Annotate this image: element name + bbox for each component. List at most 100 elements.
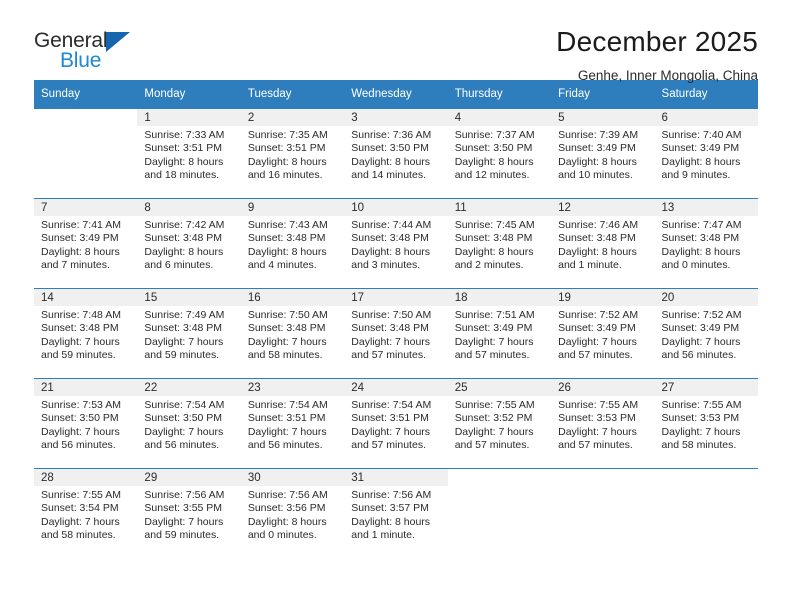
day-cell[interactable]: 2 Sunrise: 7:35 AM Sunset: 3:51 PM Daylight… — [240, 109, 345, 198]
daylight-text-line2: and 1 minute. — [558, 259, 622, 272]
calendar-cell: 8 Sunrise: 7:42 AM Sunset: 3:48 PM Daylight… — [137, 198, 241, 289]
daylight-text-line1: Daylight: 8 hours — [454, 245, 534, 258]
day-cell[interactable]: 3 Sunrise: 7:36 AM Sunset: 3:50 PM Daylight… — [344, 109, 448, 198]
calendar-cell: 11 Sunrise: 7:45 AM Sunset: 3:48 PM Dayligh… — [447, 198, 552, 289]
day-cell[interactable]: 29 Sunrise: 7:56 AM Sunset: 3:55 PM Dayligh… — [137, 469, 241, 558]
sunrise-text: Sunrise: 7:47 AM — [661, 219, 742, 231]
day-number: 5 — [551, 109, 655, 126]
day-cell[interactable]: 25 Sunrise: 7:55 AM Sunset: 3:52 PM Dayligh… — [447, 379, 552, 468]
day-details — [655, 486, 758, 489]
daylight-text-line2: and 58 minutes. — [41, 529, 116, 542]
brand-general-text: General — [34, 29, 108, 52]
sunset-text: Sunset: 3:52 PM — [454, 412, 533, 425]
day-cell[interactable]: 1 Sunrise: 7:33 AM Sunset: 3:51 PM Daylight… — [137, 109, 241, 198]
day-details: Sunrise: 7:50 AM Sunset: 3:48 PM Daylight:… — [344, 306, 447, 363]
day-cell[interactable]: 20 Sunrise: 7:52 AM Sunset: 3:49 PM Dayligh… — [654, 289, 758, 378]
day-details: Sunrise: 7:41 AM Sunset: 3:49 PM Daylight:… — [34, 216, 137, 273]
day-details: Sunrise: 7:55 AM Sunset: 3:53 PM Daylight:… — [551, 396, 654, 453]
daylight-text-line1: Daylight: 7 hours — [351, 335, 431, 348]
day-cell[interactable]: 21 Sunrise: 7:53 AM Sunset: 3:50 PM Dayligh… — [34, 379, 138, 468]
day-cell[interactable]: 30 Sunrise: 7:56 AM Sunset: 3:56 PM Dayligh… — [240, 469, 345, 558]
day-details: Sunrise: 7:54 AM Sunset: 3:50 PM Daylight:… — [137, 396, 240, 453]
day-cell[interactable]: 12 Sunrise: 7:46 AM Sunset: 3:48 PM Dayligh… — [551, 199, 655, 288]
daylight-text-line1: Daylight: 7 hours — [454, 335, 534, 348]
day-number — [551, 469, 655, 486]
day-cell[interactable]: 27 Sunrise: 7:55 AM Sunset: 3:53 PM Dayligh… — [654, 379, 758, 468]
sunrise-text: Sunrise: 7:52 AM — [558, 309, 639, 321]
daylight-text-line2: and 56 minutes. — [661, 349, 737, 362]
day-number: 31 — [344, 469, 448, 486]
day-cell[interactable]: 15 Sunrise: 7:49 AM Sunset: 3:48 PM Dayligh… — [137, 289, 241, 378]
calendar-week-row: 21 Sunrise: 7:53 AM Sunset: 3:50 PM Dayligh… — [34, 378, 758, 469]
daylight-text-line2: and 57 minutes. — [454, 349, 530, 362]
day-cell[interactable]: 5 Sunrise: 7:39 AM Sunset: 3:49 PM Daylight… — [551, 109, 655, 198]
day-details: Sunrise: 7:50 AM Sunset: 3:48 PM Daylight:… — [241, 306, 344, 363]
day-number: 9 — [240, 199, 345, 216]
day-cell[interactable]: 22 Sunrise: 7:54 AM Sunset: 3:50 PM Dayligh… — [137, 379, 241, 468]
daylight-text-line1: Daylight: 7 hours — [661, 425, 741, 438]
day-cell[interactable]: 13 Sunrise: 7:47 AM Sunset: 3:48 PM Dayligh… — [654, 199, 758, 288]
day-cell[interactable]: 18 Sunrise: 7:51 AM Sunset: 3:49 PM Dayligh… — [447, 289, 552, 378]
sunset-text: Sunset: 3:49 PM — [454, 322, 533, 335]
day-cell[interactable]: 10 Sunrise: 7:44 AM Sunset: 3:48 PM Dayligh… — [344, 199, 448, 288]
day-details: Sunrise: 7:44 AM Sunset: 3:48 PM Daylight:… — [344, 216, 447, 273]
day-cell-empty — [447, 469, 552, 558]
day-cell[interactable]: 17 Sunrise: 7:50 AM Sunset: 3:48 PM Dayligh… — [344, 289, 448, 378]
day-cell[interactable]: 31 Sunrise: 7:56 AM Sunset: 3:57 PM Dayligh… — [344, 469, 448, 558]
sunrise-text: Sunrise: 7:49 AM — [144, 309, 225, 321]
sunset-text: Sunset: 3:50 PM — [41, 412, 119, 425]
day-cell[interactable]: 9 Sunrise: 7:43 AM Sunset: 3:48 PM Daylight… — [240, 199, 345, 288]
day-details: Sunrise: 7:49 AM Sunset: 3:48 PM Daylight:… — [137, 306, 240, 363]
day-number: 22 — [137, 379, 241, 396]
sunrise-text: Sunrise: 7:46 AM — [558, 219, 639, 231]
day-details: Sunrise: 7:37 AM Sunset: 3:50 PM Daylight:… — [448, 126, 551, 183]
day-number: 29 — [137, 469, 241, 486]
day-details — [34, 126, 137, 129]
daylight-text-line1: Daylight: 7 hours — [41, 425, 120, 438]
page-title: December 2025 — [556, 26, 758, 57]
calendar-cell: 12 Sunrise: 7:46 AM Sunset: 3:48 PM Dayligh… — [551, 198, 655, 289]
brand-logo[interactable]: General Blue — [34, 26, 154, 71]
sunset-text: Sunset: 3:48 PM — [144, 232, 223, 245]
day-cell[interactable]: 16 Sunrise: 7:50 AM Sunset: 3:48 PM Dayligh… — [240, 289, 345, 378]
day-cell[interactable]: 8 Sunrise: 7:42 AM Sunset: 3:48 PM Daylight… — [137, 199, 241, 288]
day-details: Sunrise: 7:56 AM Sunset: 3:55 PM Daylight:… — [137, 486, 240, 543]
day-number — [654, 469, 758, 486]
weekday-header-wednesday: Wednesday — [344, 80, 448, 109]
day-details: Sunrise: 7:55 AM Sunset: 3:54 PM Daylight:… — [34, 486, 137, 543]
calendar-cell: 10 Sunrise: 7:44 AM Sunset: 3:48 PM Dayligh… — [344, 198, 448, 289]
day-cell[interactable]: 24 Sunrise: 7:54 AM Sunset: 3:51 PM Dayligh… — [344, 379, 448, 468]
day-number: 4 — [447, 109, 552, 126]
day-details: Sunrise: 7:43 AM Sunset: 3:48 PM Daylight:… — [241, 216, 344, 273]
day-cell[interactable]: 4 Sunrise: 7:37 AM Sunset: 3:50 PM Daylight… — [447, 109, 552, 198]
day-cell[interactable]: 6 Sunrise: 7:40 AM Sunset: 3:49 PM Daylight… — [654, 109, 758, 198]
calendar-cell: 17 Sunrise: 7:50 AM Sunset: 3:48 PM Dayligh… — [344, 288, 448, 379]
day-cell[interactable]: 14 Sunrise: 7:48 AM Sunset: 3:48 PM Dayligh… — [34, 289, 138, 378]
daylight-text-line2: and 12 minutes. — [454, 169, 530, 182]
sunset-text: Sunset: 3:50 PM — [144, 412, 223, 425]
day-number: 11 — [447, 199, 552, 216]
page-header: General Blue December 2025 Genhe, Inner … — [34, 0, 758, 83]
day-details: Sunrise: 7:56 AM Sunset: 3:56 PM Daylight:… — [241, 486, 344, 543]
sunset-text: Sunset: 3:49 PM — [661, 322, 740, 335]
calendar-cell: 21 Sunrise: 7:53 AM Sunset: 3:50 PM Dayligh… — [34, 378, 138, 469]
day-number: 13 — [654, 199, 758, 216]
calendar-cell: 16 Sunrise: 7:50 AM Sunset: 3:48 PM Dayligh… — [240, 288, 345, 379]
daylight-text-line2: and 18 minutes. — [144, 169, 220, 182]
day-cell[interactable]: 19 Sunrise: 7:52 AM Sunset: 3:49 PM Dayligh… — [551, 289, 655, 378]
daylight-text-line1: Daylight: 7 hours — [144, 515, 224, 528]
day-details: Sunrise: 7:35 AM Sunset: 3:51 PM Daylight:… — [241, 126, 344, 183]
day-cell[interactable]: 11 Sunrise: 7:45 AM Sunset: 3:48 PM Dayligh… — [447, 199, 552, 288]
calendar-cell: 22 Sunrise: 7:54 AM Sunset: 3:50 PM Dayligh… — [137, 378, 241, 469]
day-cell[interactable]: 23 Sunrise: 7:54 AM Sunset: 3:51 PM Dayligh… — [240, 379, 345, 468]
day-cell[interactable]: 26 Sunrise: 7:55 AM Sunset: 3:53 PM Dayligh… — [551, 379, 655, 468]
calendar-cell: 9 Sunrise: 7:43 AM Sunset: 3:48 PM Daylight… — [240, 198, 345, 289]
day-cell[interactable]: 7 Sunrise: 7:41 AM Sunset: 3:49 PM Daylight… — [34, 199, 138, 288]
daylight-text-line2: and 0 minutes. — [661, 259, 731, 272]
daylight-text-line2: and 0 minutes. — [247, 529, 317, 542]
day-number: 17 — [344, 289, 448, 306]
day-number: 2 — [240, 109, 345, 126]
sunrise-text: Sunrise: 7:50 AM — [351, 309, 432, 321]
sunrise-text: Sunrise: 7:42 AM — [144, 219, 225, 231]
day-cell[interactable]: 28 Sunrise: 7:55 AM Sunset: 3:54 PM Dayligh… — [34, 469, 138, 558]
